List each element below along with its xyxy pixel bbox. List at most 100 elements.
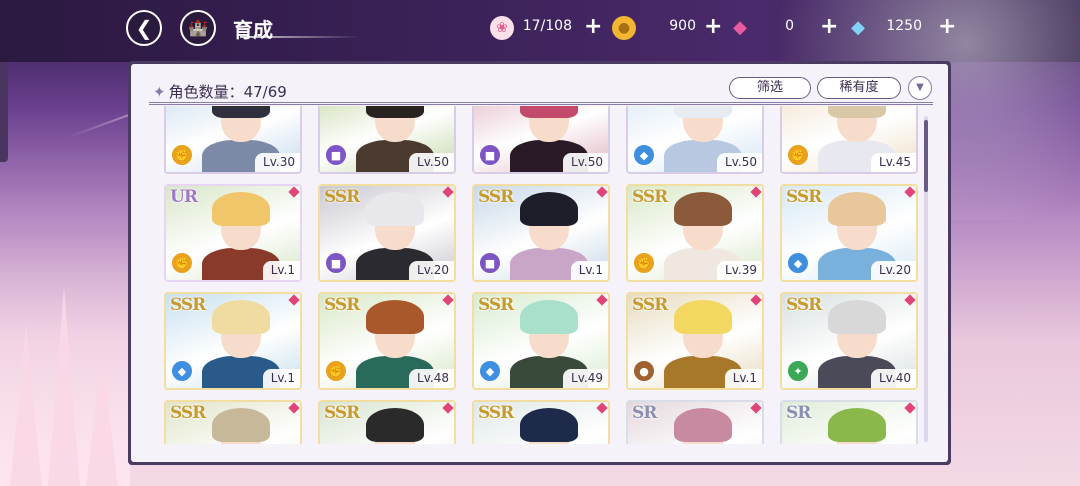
resource-candy: ❀ 17/108 + [490, 14, 610, 41]
character-card[interactable]: SSR ◆ Lv.1 [164, 292, 302, 390]
resource-gold: ● 900 + [612, 14, 722, 41]
gold-class-icon: ✊ [787, 144, 809, 166]
character-grid: ✊ Lv.30 ■ Lv.50 ■ Lv.50 ◆ Lv.50 ✊ Lv.45 UR ✊ Lv.1 SSR… [131, 106, 923, 444]
scrollbar-thumb[interactable] [924, 120, 928, 192]
rarity-badge: SSR [632, 187, 668, 207]
blue-class-icon: ◆ [479, 360, 501, 382]
sparkle-icon: ✦ [153, 83, 166, 101]
add-blue-gem-button[interactable]: + [938, 14, 956, 39]
portrait-hair [366, 106, 424, 118]
character-card[interactable]: ✊ Lv.30 [164, 106, 302, 174]
portrait-hair [366, 192, 424, 226]
add-pink-gem-button[interactable]: + [820, 14, 838, 39]
rarity-badge: UR [170, 187, 198, 207]
rarity-sort-button[interactable]: 稀有度 [817, 77, 901, 99]
level-label: Lv.40 [871, 369, 916, 388]
level-label: Lv.20 [409, 261, 454, 280]
portrait-hair [366, 300, 424, 334]
character-card[interactable]: SSR ■ Lv.20 [318, 184, 456, 282]
level-label: Lv.50 [409, 153, 454, 172]
level-label: Lv.1 [570, 261, 608, 280]
character-card[interactable]: ■ Lv.50 [472, 106, 610, 174]
brown-class-icon: ● [633, 360, 655, 382]
blue-class-icon: ◆ [171, 360, 193, 382]
title-decoration [240, 36, 360, 38]
side-drawer-handle[interactable] [0, 62, 8, 162]
gold-value: 900 [669, 18, 696, 34]
character-card[interactable]: SSR ◆ Lv.49 [472, 292, 610, 390]
candy-value: 17/108 [522, 18, 572, 34]
character-card[interactable]: SSR [472, 400, 610, 444]
character-card[interactable]: SSR ◆ Lv.20 [780, 184, 918, 282]
character-count: ✦ 角色数量：47/69 [153, 81, 287, 102]
portrait-hair [520, 408, 578, 442]
character-card[interactable]: ■ Lv.50 [318, 106, 456, 174]
rarity-badge: SSR [786, 295, 822, 315]
portrait-hair [520, 300, 578, 334]
level-label: Lv.48 [409, 369, 454, 388]
character-panel: ✦ 角色数量：47/69 筛选 稀有度 ▼ ✊ Lv.30 ■ Lv.50 ■ Lv.50 ◆… [128, 61, 951, 465]
character-count-text: 角色数量：47/69 [168, 83, 287, 101]
character-card[interactable]: SSR ✊ Lv.48 [318, 292, 456, 390]
add-candy-button[interactable]: + [584, 14, 602, 39]
gold-class-icon: ✊ [171, 252, 193, 274]
portrait-hair [828, 106, 886, 118]
candy-icon: ❀ [490, 16, 514, 40]
level-label: Lv.30 [255, 153, 300, 172]
rarity-badge: SSR [478, 295, 514, 315]
portrait-hair [212, 408, 270, 442]
back-button[interactable]: ❮ [126, 10, 162, 46]
level-label: Lv.45 [871, 153, 916, 172]
green-class-icon: ✦ [787, 360, 809, 382]
rarity-badge: SSR [324, 187, 360, 207]
rarity-badge: SSR [478, 403, 514, 423]
level-label: Lv.1 [724, 369, 762, 388]
portrait-hair [366, 408, 424, 442]
portrait-hair [520, 192, 578, 226]
character-card[interactable]: SSR ● Lv.1 [626, 292, 764, 390]
character-card[interactable]: SR [626, 400, 764, 444]
portrait-hair [212, 192, 270, 226]
pink-gem-icon: ◆ [733, 17, 747, 38]
blue-class-icon: ◆ [633, 144, 655, 166]
level-label: Lv.1 [262, 261, 300, 280]
castle-home-icon: 🏰 [188, 18, 208, 37]
character-card[interactable]: SSR ✦ Lv.40 [780, 292, 918, 390]
portrait-hair [674, 192, 732, 226]
blue-diamond-icon: ◆ [851, 17, 865, 38]
portrait-hair [674, 106, 732, 118]
resource-pink-gem: ◆ 0 + [728, 14, 838, 41]
gold-class-icon: ✊ [325, 360, 347, 382]
add-gold-button[interactable]: + [704, 14, 722, 39]
character-card[interactable]: SSR ■ Lv.1 [472, 184, 610, 282]
purple-class-icon: ■ [325, 144, 347, 166]
back-arrow-icon: ❮ [135, 16, 153, 40]
filter-button[interactable]: 筛选 [729, 77, 811, 99]
character-card[interactable]: ✊ Lv.45 [780, 106, 918, 174]
resource-blue-gem: ◆ 1250 + [846, 14, 960, 41]
character-card[interactable]: UR ✊ Lv.1 [164, 184, 302, 282]
gold-class-icon: ✊ [171, 144, 193, 166]
character-card[interactable]: SR [780, 400, 918, 444]
rarity-badge: SSR [324, 295, 360, 315]
page-title: 育成 [233, 18, 273, 42]
portrait-hair [828, 300, 886, 334]
rarity-badge: SSR [324, 403, 360, 423]
purple-class-icon: ■ [479, 252, 501, 274]
level-label: Lv.50 [717, 153, 762, 172]
rarity-badge: SSR [170, 295, 206, 315]
rarity-badge: SSR [632, 295, 668, 315]
character-card[interactable]: ◆ Lv.50 [626, 106, 764, 174]
castle-spire [48, 286, 80, 486]
rarity-badge: SSR [478, 187, 514, 207]
rarity-badge: SR [632, 403, 657, 423]
purple-class-icon: ■ [479, 144, 501, 166]
sort-order-toggle[interactable]: ▼ [908, 76, 932, 100]
character-card[interactable]: SSR [164, 400, 302, 444]
character-card[interactable]: SSR ✊ Lv.39 [626, 184, 764, 282]
blue-gem-value: 1250 [886, 18, 922, 34]
rarity-badge: SSR [786, 187, 822, 207]
character-card[interactable]: SSR [318, 400, 456, 444]
home-button[interactable]: 🏰 [180, 10, 216, 46]
background-castle [0, 230, 130, 486]
